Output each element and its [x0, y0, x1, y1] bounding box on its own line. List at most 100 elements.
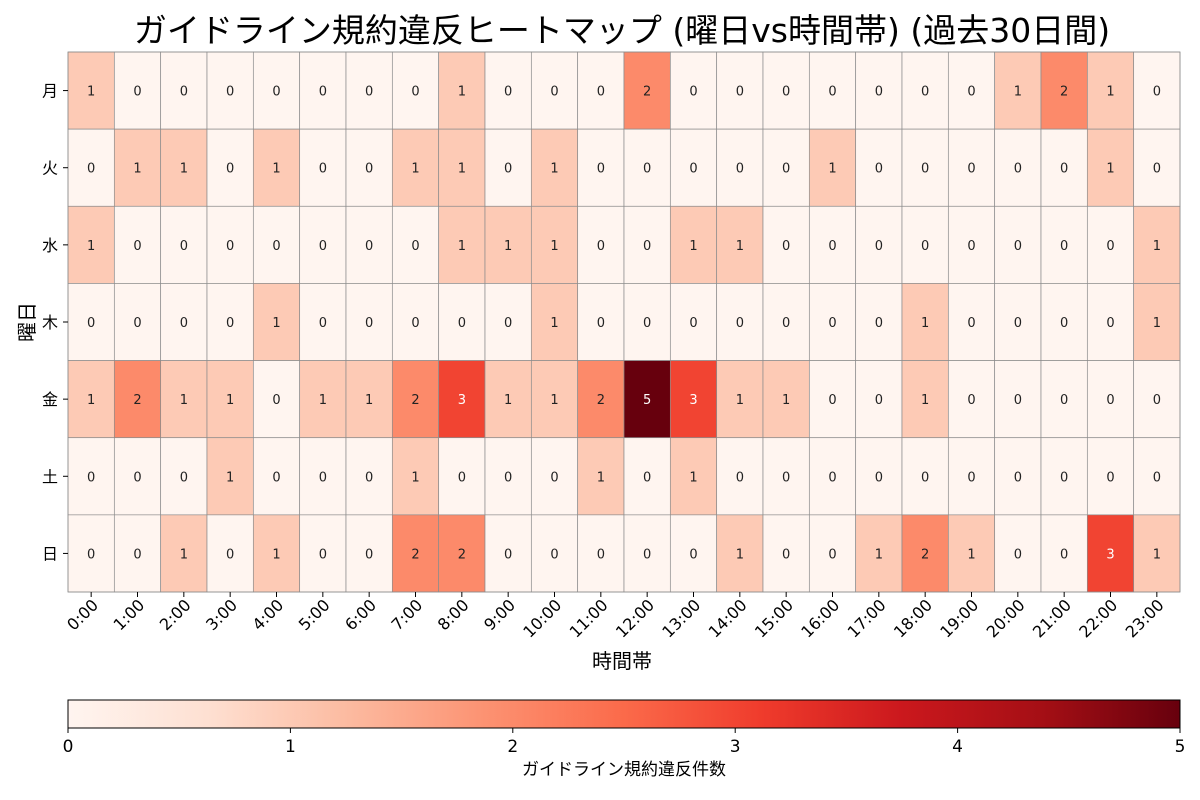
cell-value-label: 0 — [1153, 85, 1161, 100]
x-tick-label: 12:00 — [612, 595, 658, 641]
x-tick-label: 5:00 — [295, 595, 334, 634]
cell-value-label: 0 — [875, 162, 883, 177]
y-tick-label: 日 — [42, 544, 58, 563]
cell-value-label: 1 — [689, 470, 697, 485]
cell-value-label: 0 — [736, 162, 744, 177]
colorbar-label: ガイドライン規約違反件数 — [522, 760, 726, 780]
cell-value-label: 0 — [967, 393, 975, 408]
cell-value-label: 0 — [736, 85, 744, 100]
cell-value-label: 1 — [921, 316, 929, 331]
cell-value-label: 0 — [1153, 470, 1161, 485]
cell-value-label: 0 — [967, 316, 975, 331]
cell-value-label: 2 — [458, 547, 466, 562]
cell-value-label: 1 — [828, 162, 836, 177]
cell-value-label: 0 — [828, 547, 836, 562]
cell-value-label: 0 — [875, 85, 883, 100]
cell-value-label: 0 — [1106, 393, 1114, 408]
cell-value-label: 1 — [550, 316, 558, 331]
cell-value-label: 1 — [504, 239, 512, 254]
cell-value-label: 0 — [458, 316, 466, 331]
x-axis-label: 時間帯 — [592, 649, 652, 673]
cell-value-label: 1 — [550, 393, 558, 408]
x-tick-label: 22:00 — [1075, 595, 1121, 641]
cell-value-label: 1 — [458, 239, 466, 254]
cell-value-label: 0 — [133, 316, 141, 331]
cell-value-label: 0 — [1153, 162, 1161, 177]
cell-value-label: 0 — [921, 470, 929, 485]
cell-value-label: 0 — [504, 316, 512, 331]
cell-value-label: 0 — [1014, 239, 1022, 254]
cell-value-label: 1 — [411, 162, 419, 177]
cell-value-label: 0 — [504, 85, 512, 100]
cell-value-label: 0 — [87, 162, 95, 177]
cell-value-label: 0 — [736, 316, 744, 331]
cell-value-label: 0 — [226, 162, 234, 177]
cell-value-label: 0 — [365, 162, 373, 177]
cell-value-label: 1 — [736, 547, 744, 562]
cell-value-label: 0 — [319, 316, 327, 331]
cell-value-label: 1 — [411, 470, 419, 485]
cell-value-label: 0 — [180, 316, 188, 331]
x-tick-label: 2:00 — [156, 595, 195, 634]
cell-value-label: 0 — [1060, 470, 1068, 485]
cell-value-label: 0 — [550, 470, 558, 485]
cell-value-label: 0 — [1014, 470, 1022, 485]
colorbar — [67, 699, 1181, 729]
cell-value-label: 0 — [1060, 547, 1068, 562]
cell-value-label: 0 — [689, 85, 697, 100]
cell-value-label: 3 — [458, 393, 466, 408]
cell-value-label: 0 — [921, 162, 929, 177]
cell-value-label: 0 — [1060, 316, 1068, 331]
cell-value-label: 0 — [643, 547, 651, 562]
cell-value-label: 0 — [504, 470, 512, 485]
cell-value-label: 1 — [550, 162, 558, 177]
cell-value-label: 0 — [921, 239, 929, 254]
x-tick-label: 8:00 — [434, 595, 473, 634]
cell-value-label: 0 — [875, 316, 883, 331]
cell-value-label: 1 — [458, 85, 466, 100]
cell-value-label: 1 — [1106, 85, 1114, 100]
cell-value-label: 3 — [1106, 547, 1114, 562]
cell-value-label: 0 — [643, 316, 651, 331]
cell-value-label: 1 — [87, 85, 95, 100]
y-tick-label: 火 — [42, 159, 58, 178]
cell-value-label: 0 — [643, 470, 651, 485]
cell-value-label: 0 — [1153, 393, 1161, 408]
x-tick-label: 6:00 — [341, 595, 380, 634]
cell-value-label: 0 — [597, 547, 605, 562]
cell-value-label: 0 — [1060, 393, 1068, 408]
cell-value-label: 0 — [411, 316, 419, 331]
cell-value-label: 0 — [782, 547, 790, 562]
cell-value-label: 1 — [272, 547, 280, 562]
cell-value-label: 1 — [921, 393, 929, 408]
x-tick-label: 15:00 — [751, 595, 797, 641]
cell-value-label: 0 — [365, 85, 373, 100]
cell-value-label: 2 — [921, 547, 929, 562]
cell-value-label: 1 — [365, 393, 373, 408]
cell-value-label: 0 — [458, 470, 466, 485]
cell-value-label: 0 — [782, 239, 790, 254]
cell-value-label: 0 — [365, 470, 373, 485]
cell-value-label: 0 — [1014, 393, 1022, 408]
cell-value-label: 0 — [133, 239, 141, 254]
cell-value-label: 1 — [180, 162, 188, 177]
cell-value-label: 0 — [1014, 547, 1022, 562]
chart-title: ガイドライン規約違反ヒートマップ (曜日vs時間帯) (過去30日間) — [134, 11, 1110, 50]
cell-value-label: 0 — [782, 470, 790, 485]
cell-value-label: 0 — [1106, 239, 1114, 254]
cell-value-label: 1 — [226, 393, 234, 408]
cell-value-label: 0 — [272, 470, 280, 485]
cell-value-label: 2 — [643, 85, 651, 100]
cell-value-label: 1 — [272, 316, 280, 331]
cell-value-label: 1 — [180, 393, 188, 408]
x-tick-label: 16:00 — [797, 595, 843, 641]
cell-value-label: 0 — [365, 547, 373, 562]
x-tick-label: 11:00 — [566, 595, 612, 641]
colorbar-tick-label: 3 — [730, 737, 741, 757]
cell-value-label: 1 — [226, 470, 234, 485]
cell-value-label: 0 — [643, 239, 651, 254]
cell-value-label: 0 — [782, 85, 790, 100]
x-tick-label: 10:00 — [519, 595, 565, 641]
cell-value-label: 0 — [782, 162, 790, 177]
cell-value-label: 1 — [87, 239, 95, 254]
